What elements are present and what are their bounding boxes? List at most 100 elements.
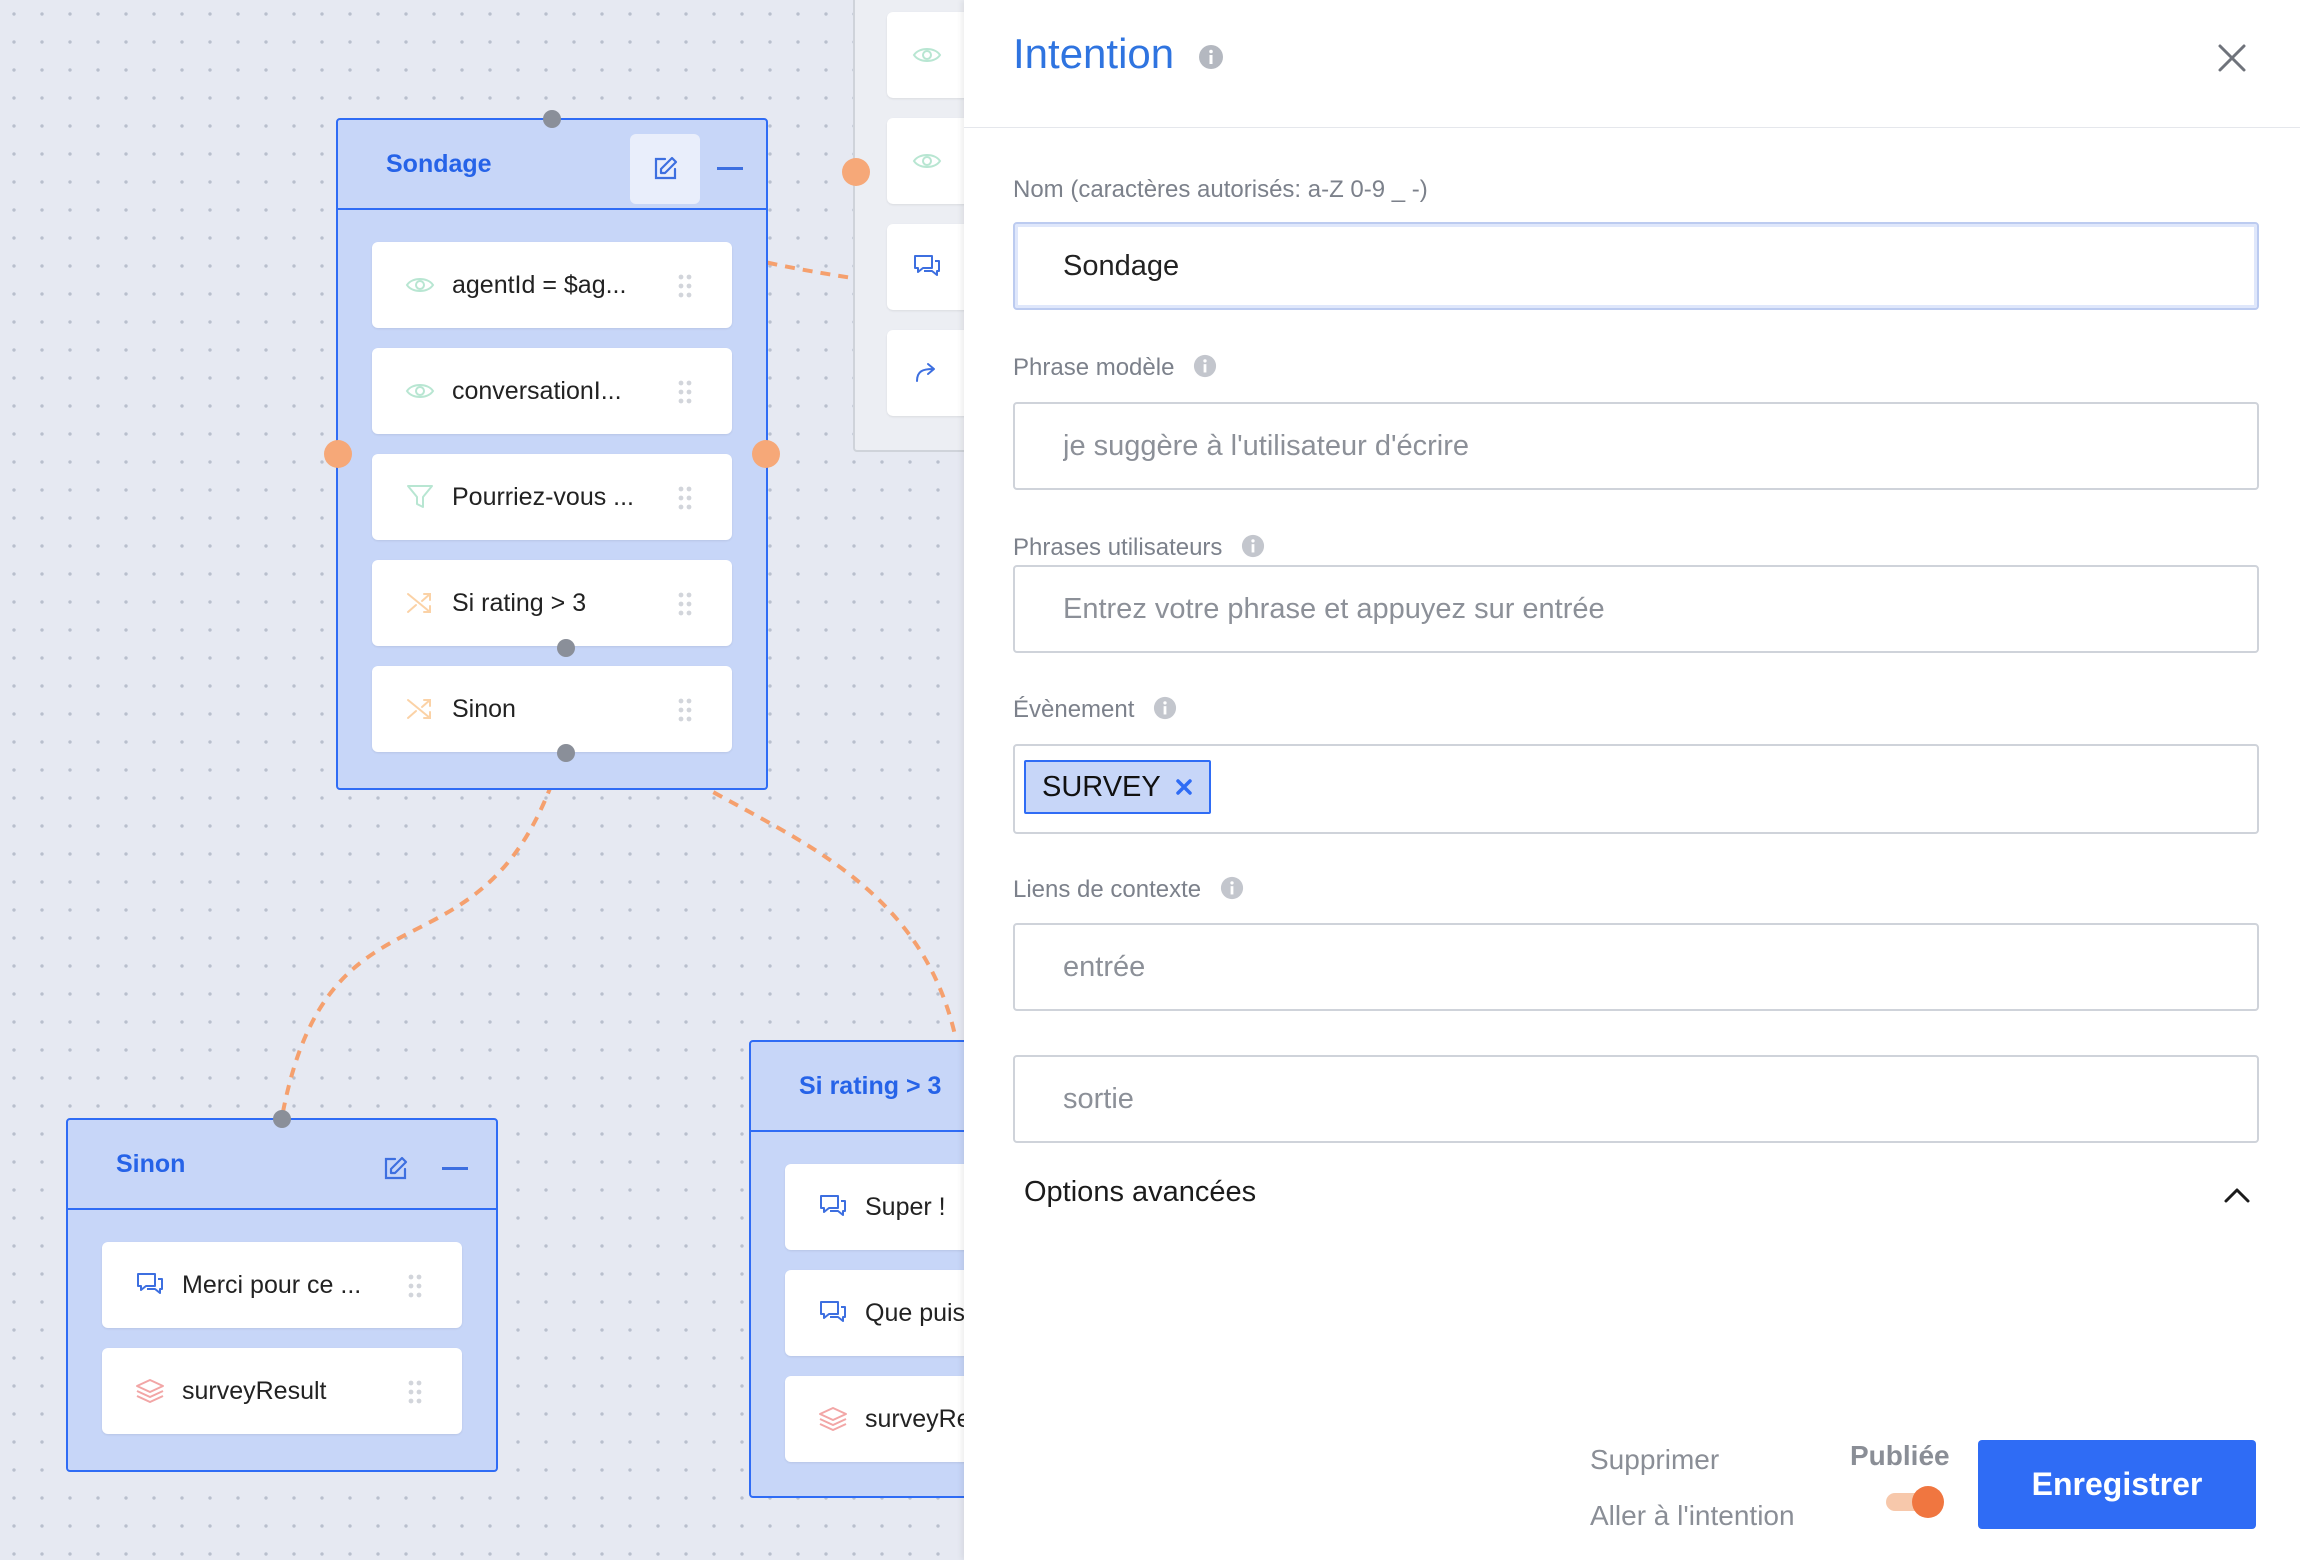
node-header: Sondage bbox=[338, 120, 766, 210]
model-phrase-input[interactable] bbox=[1013, 402, 2259, 490]
drag-handle-icon[interactable] bbox=[678, 380, 692, 404]
collapse-button[interactable] bbox=[430, 1134, 480, 1204]
model-phrase-label: Phrase modèle bbox=[1013, 354, 1217, 382]
layers-icon bbox=[815, 1401, 851, 1437]
step-label: Que puis bbox=[865, 1298, 964, 1327]
eye-icon bbox=[909, 143, 945, 179]
published-toggle[interactable] bbox=[1882, 1486, 1944, 1518]
delete-link[interactable]: Supprimer bbox=[1590, 1444, 1719, 1476]
toggle-knob bbox=[1912, 1486, 1944, 1518]
chat-bubbles-icon bbox=[815, 1295, 851, 1331]
event-tag: SURVEY bbox=[1024, 760, 1211, 814]
published-label: Publiée bbox=[1850, 1440, 1950, 1471]
edit-icon bbox=[654, 156, 678, 180]
partial-node-top[interactable] bbox=[853, 0, 964, 452]
minus-icon bbox=[442, 1167, 468, 1170]
user-phrases-label-text: Phrases utilisateurs bbox=[1013, 534, 1223, 561]
connection-port[interactable] bbox=[273, 1110, 291, 1128]
info-icon[interactable] bbox=[1198, 44, 1224, 70]
node-title: Sinon bbox=[116, 1149, 186, 1178]
name-input[interactable] bbox=[1013, 222, 2259, 310]
redirect-icon bbox=[909, 355, 945, 391]
edit-button[interactable] bbox=[370, 1134, 420, 1204]
user-phrases-input[interactable] bbox=[1013, 565, 2259, 653]
chat-bubbles-icon bbox=[815, 1189, 851, 1225]
step-label: Merci pour ce ... bbox=[182, 1270, 362, 1299]
filter-icon bbox=[402, 479, 438, 515]
panel-title: Intention bbox=[1013, 30, 1224, 78]
shuffle-icon bbox=[402, 585, 438, 621]
list-item[interactable]: Sinon bbox=[372, 666, 732, 752]
step-label: agentId = $ag... bbox=[452, 270, 627, 299]
drag-handle-icon[interactable] bbox=[678, 274, 692, 298]
node-header: Sinon bbox=[68, 1120, 496, 1210]
list-item[interactable] bbox=[887, 330, 964, 416]
user-phrases-label: Phrases utilisateurs bbox=[1013, 534, 1265, 562]
list-item[interactable]: conversationI... bbox=[372, 348, 732, 434]
drag-handle-icon[interactable] bbox=[408, 1274, 422, 1298]
collapse-button[interactable] bbox=[710, 134, 750, 204]
list-item[interactable]: Si rating > 3 bbox=[372, 560, 732, 646]
context-links-label: Liens de contexte bbox=[1013, 876, 1244, 904]
intent-panel: Intention Nom (caractères autorisés: a-Z… bbox=[964, 0, 2300, 1560]
remove-tag-icon[interactable] bbox=[1175, 778, 1193, 796]
panel-header: Intention bbox=[964, 0, 2300, 128]
go-to-intent-link[interactable]: Aller à l'intention bbox=[1590, 1500, 1795, 1532]
step-label: surveyResult bbox=[182, 1376, 327, 1405]
info-icon[interactable] bbox=[1220, 876, 1244, 900]
step-label: Pourriez-vous ... bbox=[452, 482, 635, 511]
node-title: Sondage bbox=[386, 149, 492, 178]
chat-bubbles-icon bbox=[132, 1267, 168, 1303]
step-label: Super ! bbox=[865, 1192, 946, 1221]
connection-port[interactable] bbox=[324, 440, 352, 468]
chevron-up-icon[interactable] bbox=[2222, 1182, 2252, 1208]
context-input-field[interactable] bbox=[1013, 923, 2259, 1011]
event-label-text: Évènement bbox=[1013, 696, 1135, 723]
list-item[interactable] bbox=[887, 118, 964, 204]
list-item[interactable]: Que puis bbox=[785, 1270, 964, 1356]
event-tag-input[interactable]: SURVEY bbox=[1013, 744, 2259, 834]
connection-port[interactable] bbox=[842, 158, 870, 186]
info-icon[interactable] bbox=[1153, 696, 1177, 720]
list-item[interactable]: Super ! bbox=[785, 1164, 964, 1250]
connection-port[interactable] bbox=[543, 110, 561, 128]
event-tag-label: SURVEY bbox=[1042, 770, 1161, 803]
drag-handle-icon[interactable] bbox=[678, 698, 692, 722]
save-button[interactable]: Enregistrer bbox=[1978, 1440, 2256, 1529]
drag-handle-icon[interactable] bbox=[678, 486, 692, 510]
connection-port[interactable] bbox=[557, 744, 575, 762]
eye-icon bbox=[402, 373, 438, 409]
drag-handle-icon[interactable] bbox=[678, 592, 692, 616]
edit-button[interactable] bbox=[630, 134, 700, 204]
node-sondage[interactable]: Sondage agentId = $ag... conversationI..… bbox=[336, 118, 768, 790]
close-icon[interactable] bbox=[2214, 40, 2250, 76]
node-sinon[interactable]: Sinon Merci pour ce ... surveyResult bbox=[66, 1118, 498, 1472]
list-item[interactable]: surveyResult bbox=[102, 1348, 462, 1434]
list-item[interactable]: surveyRe bbox=[785, 1376, 964, 1462]
step-label: surveyRe bbox=[865, 1404, 964, 1433]
event-label: Évènement bbox=[1013, 696, 1177, 724]
list-item[interactable]: Merci pour ce ... bbox=[102, 1242, 462, 1328]
step-label: Sinon bbox=[452, 694, 516, 723]
context-links-label-text: Liens de contexte bbox=[1013, 876, 1202, 903]
list-item[interactable] bbox=[887, 12, 964, 98]
drag-handle-icon[interactable] bbox=[408, 1380, 422, 1404]
chat-bubbles-icon bbox=[909, 249, 945, 285]
edit-icon bbox=[384, 1156, 408, 1180]
step-label: conversationI... bbox=[452, 376, 622, 405]
node-si-rating[interactable]: Si rating > 3 Super ! Que puis surveyRe bbox=[749, 1040, 964, 1498]
advanced-options-toggle[interactable]: Options avancées bbox=[1024, 1176, 1256, 1209]
layers-icon bbox=[132, 1373, 168, 1409]
list-item[interactable]: Pourriez-vous ... bbox=[372, 454, 732, 540]
connection-port[interactable] bbox=[752, 440, 780, 468]
list-item[interactable]: agentId = $ag... bbox=[372, 242, 732, 328]
connection-port[interactable] bbox=[557, 639, 575, 657]
step-label: Si rating > 3 bbox=[452, 588, 587, 617]
info-icon[interactable] bbox=[1193, 354, 1217, 378]
info-icon[interactable] bbox=[1241, 534, 1265, 558]
name-label: Nom (caractères autorisés: a-Z 0-9 _ -) bbox=[1013, 176, 1428, 203]
flow-canvas[interactable]: Sondage agentId = $ag... conversationI..… bbox=[0, 0, 964, 1560]
context-output-field[interactable] bbox=[1013, 1055, 2259, 1143]
node-header: Si rating > 3 bbox=[751, 1042, 964, 1132]
list-item[interactable] bbox=[887, 224, 964, 310]
